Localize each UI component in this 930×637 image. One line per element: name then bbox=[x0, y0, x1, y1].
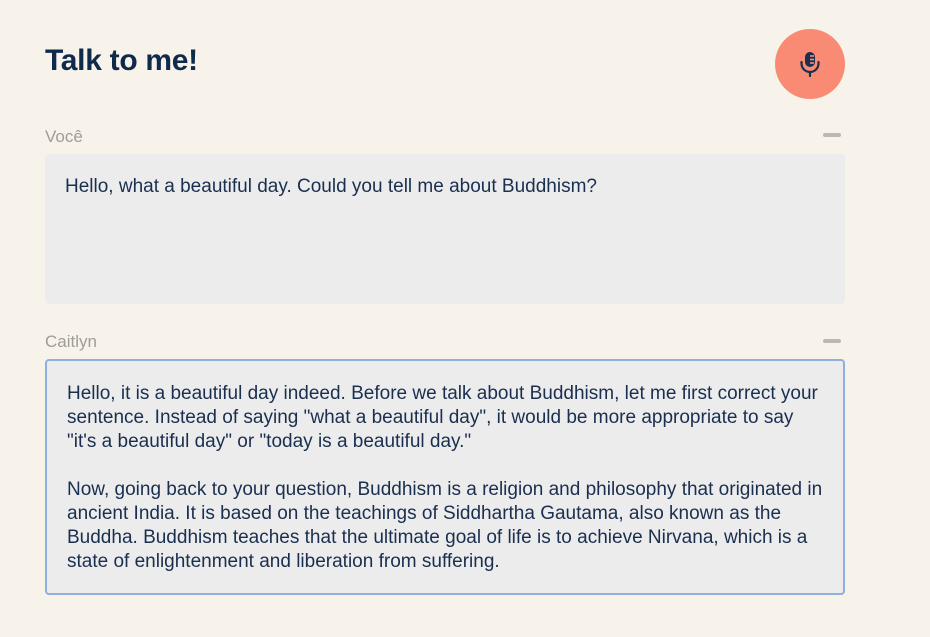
user-message-text: Hello, what a beautiful day. Could you t… bbox=[65, 176, 597, 197]
collapse-assistant-button[interactable] bbox=[823, 339, 841, 343]
assistant-label: Caitlyn bbox=[45, 332, 97, 351]
assistant-message-box[interactable]: Hello, it is a beautiful day indeed. Bef… bbox=[45, 359, 845, 595]
collapse-user-button[interactable] bbox=[823, 133, 841, 137]
assistant-paragraph: Now, going back to your question, Buddhi… bbox=[67, 479, 823, 572]
microphone-button[interactable] bbox=[775, 29, 845, 99]
assistant-paragraph: Hello, it is a beautiful day indeed. Bef… bbox=[67, 383, 818, 452]
user-message-box[interactable]: Hello, what a beautiful day. Could you t… bbox=[45, 154, 845, 304]
page-title: Talk to me! bbox=[45, 44, 198, 77]
microphone-icon bbox=[800, 52, 820, 78]
user-label: Você bbox=[45, 127, 83, 146]
